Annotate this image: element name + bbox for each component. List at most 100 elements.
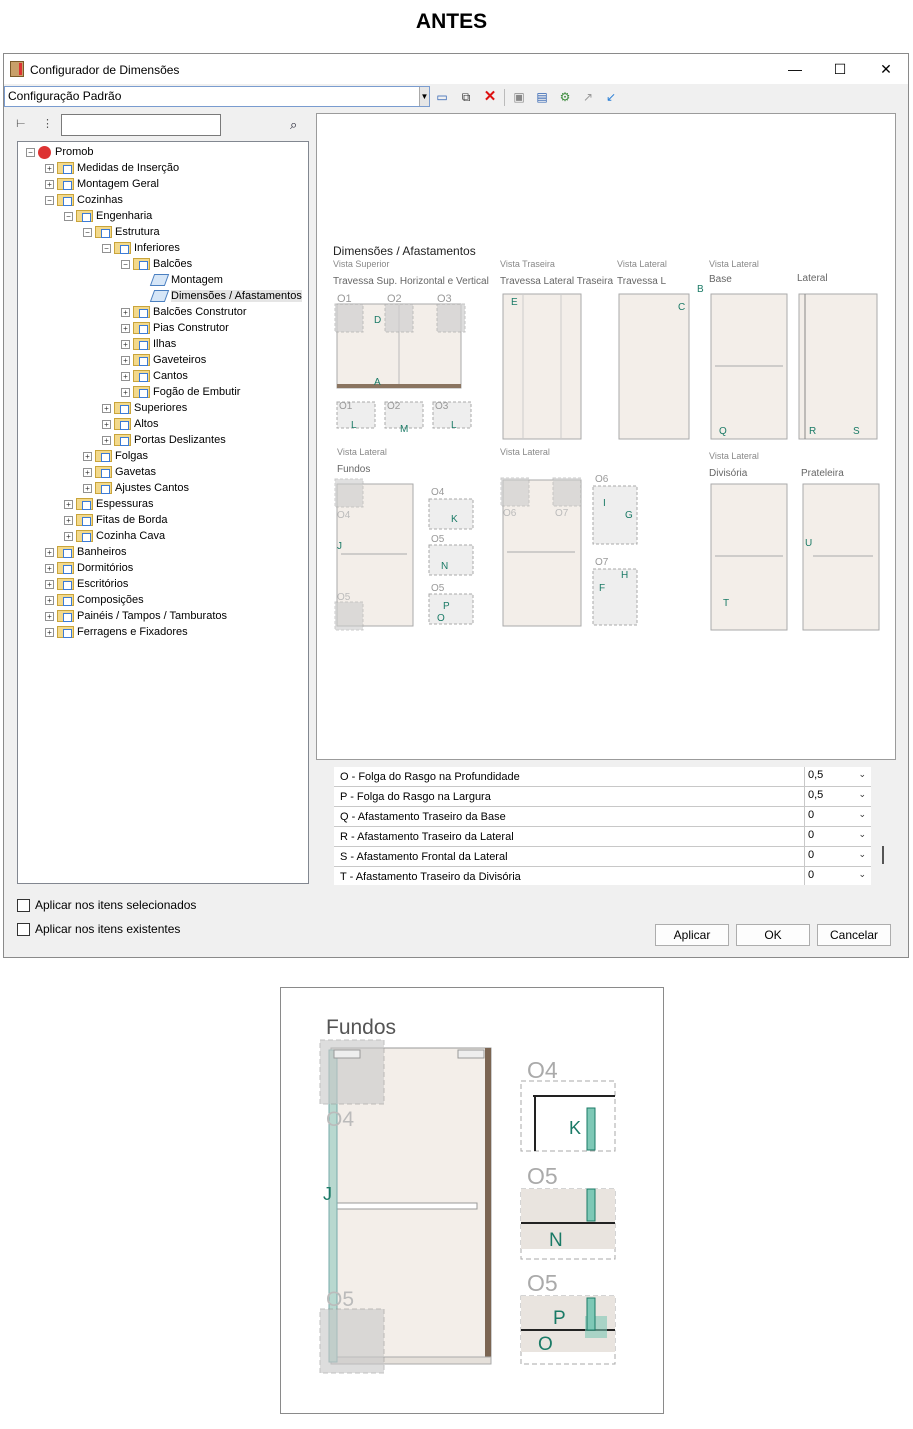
close-button[interactable]: ✕ <box>863 54 909 84</box>
tree-item[interactable]: − Estrutura <box>83 224 160 240</box>
gear-icon[interactable]: ⚙ <box>557 89 573 105</box>
expand-icon[interactable]: + <box>64 531 73 541</box>
tree-item[interactable]: − Inferiores <box>102 240 180 256</box>
chevron-down-icon[interactable]: ⌄ <box>858 829 866 840</box>
tree-item[interactable]: Dimensões / Afastamentos <box>140 288 302 304</box>
import-icon[interactable]: ↙ <box>603 89 619 105</box>
minimize-button[interactable]: — <box>772 54 818 84</box>
expand-icon[interactable]: + <box>102 435 111 445</box>
tree-item[interactable]: + Banheiros <box>45 544 127 560</box>
ok-button[interactable]: OK <box>736 924 810 946</box>
tree-item[interactable]: + Ilhas <box>121 336 176 352</box>
save-all-icon[interactable]: ▤ <box>534 89 550 105</box>
collapse-icon[interactable]: − <box>121 259 130 269</box>
expand-icon[interactable]: + <box>45 627 54 637</box>
chevron-down-icon[interactable]: ⌄ <box>858 809 866 820</box>
tree-item[interactable]: + Balcões Construtor <box>121 304 247 320</box>
expand-icon[interactable]: + <box>45 579 54 589</box>
tree-item[interactable]: + Fogão de Embutir <box>121 384 240 400</box>
expand-icon[interactable]: + <box>121 323 130 333</box>
binoculars-icon[interactable]: ⌕ <box>290 117 297 133</box>
chevron-down-icon[interactable]: ▼ <box>419 87 429 106</box>
property-value-combo[interactable]: 0 ⌄ <box>804 867 870 885</box>
tree-item[interactable]: + Gaveteiros <box>121 352 206 368</box>
export-icon[interactable]: ↗ <box>580 89 596 105</box>
tree-item[interactable]: − Engenharia <box>64 208 152 224</box>
property-row[interactable]: T - Afastamento Traseiro da Divisória 0 ⌄ <box>334 867 871 885</box>
tree-item[interactable]: − Promob <box>26 144 94 160</box>
tree-item[interactable]: + Superiores <box>102 400 187 416</box>
tree-item[interactable]: + Folgas <box>83 448 148 464</box>
tree-item[interactable]: + Pias Construtor <box>121 320 229 336</box>
tree-item[interactable]: + Dormitórios <box>45 560 133 576</box>
property-value-combo[interactable]: 0,5 ⌄ <box>804 787 870 806</box>
tree-item[interactable]: + Medidas de Inserção <box>45 160 179 176</box>
expand-icon[interactable]: + <box>121 371 130 381</box>
tree-item[interactable]: + Composições <box>45 592 144 608</box>
tree-item[interactable]: + Gavetas <box>83 464 156 480</box>
expand-icon[interactable]: + <box>121 339 130 349</box>
tree-item[interactable]: + Ferragens e Fixadores <box>45 624 188 640</box>
tree-item[interactable]: + Montagem Geral <box>45 176 159 192</box>
chevron-down-icon[interactable]: ⌄ <box>858 769 866 780</box>
collapse-icon[interactable]: − <box>45 195 54 205</box>
tree-item[interactable]: + Painéis / Tampos / Tamburatos <box>45 608 227 624</box>
chevron-down-icon[interactable]: ⌄ <box>858 869 866 880</box>
tree-search-input[interactable] <box>61 114 221 136</box>
save-icon[interactable]: ▣ <box>511 89 527 105</box>
property-row[interactable]: Q - Afastamento Traseiro da Base 0 ⌄ <box>334 807 871 827</box>
apply-button[interactable]: Aplicar <box>655 924 729 946</box>
expand-icon[interactable]: + <box>45 179 54 189</box>
tree-item[interactable]: + Cozinha Cava <box>64 528 165 544</box>
tree-item[interactable]: Montagem <box>140 272 223 288</box>
property-value-combo[interactable]: 0 ⌄ <box>804 807 870 826</box>
tree-item[interactable]: + Fitas de Borda <box>64 512 168 528</box>
apply-existing-option[interactable]: Aplicar nos itens existentes <box>17 922 180 937</box>
maximize-button[interactable]: ☐ <box>817 54 863 84</box>
property-value-combo[interactable]: 0,5 ⌄ <box>804 767 870 786</box>
expand-icon[interactable]: + <box>121 307 130 317</box>
chevron-down-icon[interactable]: ⌄ <box>858 789 866 800</box>
tree-item[interactable]: + Altos <box>102 416 158 432</box>
expand-icon[interactable]: + <box>64 499 73 509</box>
chevron-down-icon[interactable]: ⌄ <box>858 849 866 860</box>
copy-icon[interactable]: ⧉ <box>458 89 474 105</box>
tree-item[interactable]: − Balcões <box>121 256 192 272</box>
expand-icon[interactable]: + <box>102 403 111 413</box>
tree-item[interactable]: + Portas Deslizantes <box>102 432 226 448</box>
expand-icon[interactable]: + <box>83 483 92 493</box>
property-row[interactable]: R - Afastamento Traseiro da Lateral 0 ⌄ <box>334 827 871 847</box>
collapse-icon[interactable]: − <box>102 243 111 253</box>
apply-selected-option[interactable]: Aplicar nos itens selecionados <box>17 898 196 913</box>
expand-icon[interactable]: + <box>45 547 54 557</box>
property-value-combo[interactable]: 0 ⌄ <box>804 827 870 846</box>
expand-icon[interactable]: + <box>102 419 111 429</box>
apply-selected-checkbox[interactable] <box>17 899 30 913</box>
property-row[interactable]: S - Afastamento Frontal da Lateral 0 ⌄ <box>334 847 871 867</box>
expand-icon[interactable]: + <box>45 611 54 621</box>
configuration-combo[interactable]: Configuração Padrão <box>4 86 430 107</box>
tree-item[interactable]: + Ajustes Cantos <box>83 480 189 496</box>
property-row[interactable]: O - Folga do Rasgo na Profundidade 0,5 ⌄ <box>334 767 871 787</box>
expand-icon[interactable]: + <box>83 451 92 461</box>
expand-icon[interactable]: + <box>121 387 130 397</box>
tree-filter-icon[interactable]: ⋮ <box>42 117 53 133</box>
property-value-combo[interactable]: 0 ⌄ <box>804 847 870 866</box>
tree-item[interactable]: + Escritórios <box>45 576 128 592</box>
collapse-icon[interactable]: − <box>83 227 92 237</box>
collapse-icon[interactable]: − <box>26 147 35 157</box>
tree-item[interactable]: + Cantos <box>121 368 188 384</box>
property-row[interactable]: P - Folga do Rasgo na Largura 0,5 ⌄ <box>334 787 871 807</box>
expand-icon[interactable]: + <box>121 355 130 365</box>
properties-icon[interactable]: ▭ <box>434 89 450 105</box>
collapse-icon[interactable]: − <box>64 211 73 221</box>
tree-expand-icon[interactable]: ⊢ <box>16 117 32 133</box>
cancel-button[interactable]: Cancelar <box>817 924 891 946</box>
expand-icon[interactable]: + <box>45 563 54 573</box>
tree-item[interactable]: + Espessuras <box>64 496 153 512</box>
expand-icon[interactable]: + <box>83 467 92 477</box>
grid-scrollbar[interactable] <box>882 846 884 864</box>
expand-icon[interactable]: + <box>64 515 73 525</box>
delete-icon[interactable]: ✕ <box>482 89 498 105</box>
expand-icon[interactable]: + <box>45 163 54 173</box>
